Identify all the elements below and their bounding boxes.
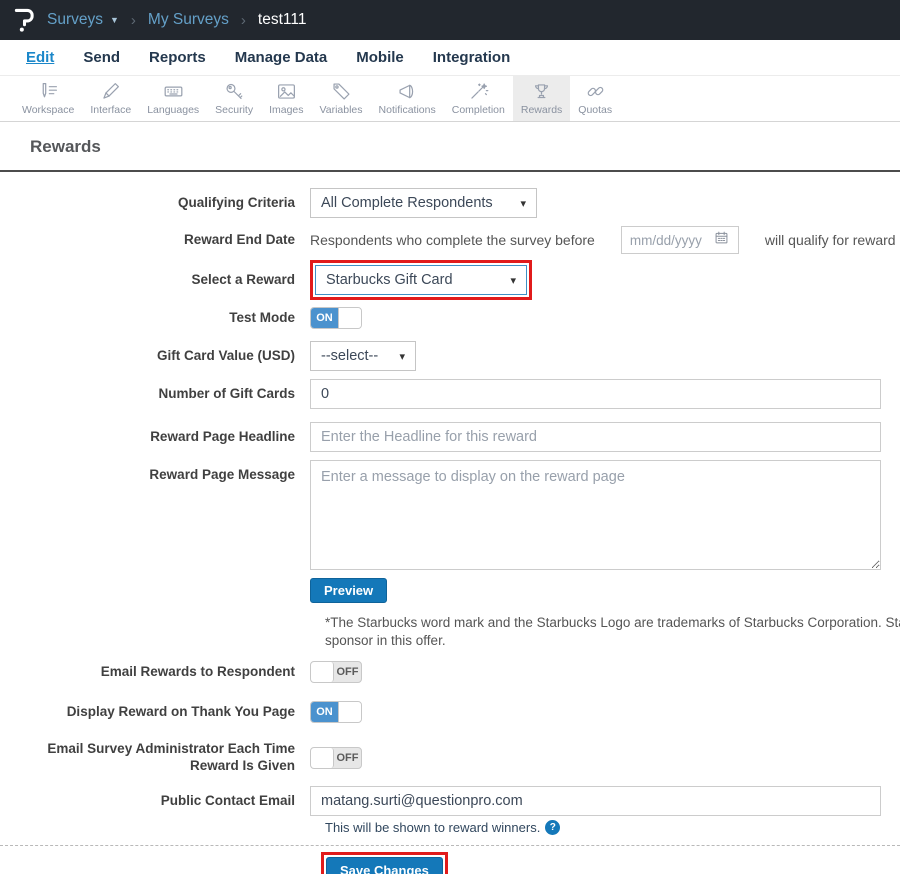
edit-toolbar: Workspace Interface Languages Security bbox=[0, 76, 900, 122]
reward-headline-label: Reward Page Headline bbox=[0, 429, 310, 446]
image-icon bbox=[276, 81, 297, 102]
toolbar-item-rewards[interactable]: Rewards bbox=[513, 76, 570, 121]
calendar-icon[interactable] bbox=[714, 230, 729, 250]
reward-end-date-field[interactable] bbox=[621, 226, 739, 254]
preview-button[interactable]: Preview bbox=[310, 578, 387, 603]
num-gift-cards-input[interactable] bbox=[310, 379, 881, 409]
breadcrumb: Surveys ▼ › My Surveys › test111 bbox=[47, 11, 306, 29]
breadcrumb-separator-icon: › bbox=[241, 12, 246, 29]
gift-card-value-label: Gift Card Value (USD) bbox=[0, 348, 310, 365]
reward-message-textarea[interactable] bbox=[310, 460, 881, 570]
toolbar-item-workspace[interactable]: Workspace bbox=[14, 76, 82, 121]
app-header: Surveys ▼ › My Surveys › test111 bbox=[0, 0, 900, 40]
bottom-divider bbox=[0, 845, 900, 846]
tag-icon bbox=[331, 81, 352, 102]
toggle-knob bbox=[338, 308, 361, 328]
tab-edit[interactable]: Edit bbox=[26, 49, 54, 66]
toolbar-item-languages[interactable]: Languages bbox=[139, 76, 207, 121]
tab-send[interactable]: Send bbox=[83, 49, 120, 66]
wand-icon bbox=[468, 81, 489, 102]
toggle-knob bbox=[338, 702, 361, 722]
help-icon[interactable]: ? bbox=[545, 820, 560, 835]
tab-mobile[interactable]: Mobile bbox=[356, 49, 404, 66]
main-menu: Edit Send Reports Manage Data Mobile Int… bbox=[0, 40, 900, 76]
test-mode-label: Test Mode bbox=[0, 310, 310, 327]
questionpro-logo-icon[interactable] bbox=[14, 7, 35, 33]
toolbar-item-notifications[interactable]: Notifications bbox=[371, 76, 444, 121]
save-changes-button[interactable]: Save Changes bbox=[326, 857, 443, 874]
tab-manage-data[interactable]: Manage Data bbox=[235, 49, 328, 66]
reward-message-label: Reward Page Message bbox=[0, 460, 310, 484]
gift-card-value-select[interactable]: --select-- ▾ bbox=[310, 341, 416, 371]
public-email-input[interactable] bbox=[310, 786, 881, 816]
breadcrumb-my-surveys[interactable]: My Surveys bbox=[148, 11, 229, 29]
tab-reports[interactable]: Reports bbox=[149, 49, 206, 66]
chevron-down-icon: ▾ bbox=[399, 350, 405, 363]
email-admin-toggle[interactable]: OFF bbox=[310, 747, 362, 769]
public-email-label: Public Contact Email bbox=[0, 793, 310, 810]
select-reward-highlight: Starbucks Gift Card ▾ bbox=[310, 260, 532, 300]
end-date-after-text: will qualify for reward bbox=[765, 232, 896, 248]
tab-integration[interactable]: Integration bbox=[433, 49, 511, 66]
toolbar-item-security[interactable]: Security bbox=[207, 76, 261, 121]
test-mode-toggle[interactable]: ON bbox=[310, 307, 362, 329]
breadcrumb-current-survey: test111 bbox=[258, 11, 307, 29]
email-admin-label: Email Survey Administrator Each Time Rew… bbox=[0, 741, 310, 775]
reward-headline-input[interactable] bbox=[310, 422, 881, 452]
display-reward-label: Display Reward on Thank You Page bbox=[0, 704, 310, 721]
select-reward-label: Select a Reward bbox=[0, 272, 310, 289]
chain-links-icon bbox=[585, 81, 606, 102]
breadcrumb-separator-icon: › bbox=[131, 12, 136, 29]
breadcrumb-surveys[interactable]: Surveys ▼ bbox=[47, 11, 119, 29]
megaphone-icon bbox=[397, 81, 418, 102]
toggle-knob bbox=[311, 748, 334, 768]
toolbar-item-variables[interactable]: Variables bbox=[312, 76, 371, 121]
toggle-knob bbox=[311, 662, 334, 682]
display-reward-toggle[interactable]: ON bbox=[310, 701, 362, 723]
chevron-down-icon: ▼ bbox=[110, 15, 119, 25]
email-rewards-toggle[interactable]: OFF bbox=[310, 661, 362, 683]
qualifying-criteria-label: Qualifying Criteria bbox=[0, 195, 310, 212]
chevron-down-icon: ▾ bbox=[510, 274, 516, 287]
toolbar-item-images[interactable]: Images bbox=[261, 76, 311, 121]
keyboard-icon bbox=[163, 81, 184, 102]
starbucks-disclaimer: *The Starbucks word mark and the Starbuc… bbox=[325, 614, 900, 650]
toolbar-item-interface[interactable]: Interface bbox=[82, 76, 139, 121]
save-button-highlight: Save Changes bbox=[321, 852, 448, 874]
chevron-down-icon: ▾ bbox=[520, 197, 526, 210]
select-reward-select[interactable]: Starbucks Gift Card ▾ bbox=[315, 265, 527, 295]
email-rewards-label: Email Rewards to Respondent bbox=[0, 664, 310, 681]
public-email-helper: This will be shown to reward winners. ? bbox=[325, 820, 900, 835]
reward-end-date-label: Reward End Date bbox=[0, 232, 310, 249]
reward-end-date-input[interactable] bbox=[630, 233, 708, 248]
pen-list-icon bbox=[38, 81, 59, 102]
num-gift-cards-label: Number of Gift Cards bbox=[0, 386, 310, 403]
brush-icon bbox=[100, 81, 121, 102]
qualifying-criteria-select[interactable]: All Complete Respondents ▾ bbox=[310, 188, 537, 218]
trophy-icon bbox=[531, 81, 552, 102]
key-icon bbox=[224, 81, 245, 102]
rewards-form: Qualifying Criteria All Complete Respond… bbox=[0, 172, 900, 874]
end-date-before-text: Respondents who complete the survey befo… bbox=[310, 232, 595, 248]
page-title: Rewards bbox=[30, 137, 900, 157]
toolbar-item-quotas[interactable]: Quotas bbox=[570, 76, 620, 121]
toolbar-item-completion[interactable]: Completion bbox=[444, 76, 513, 121]
